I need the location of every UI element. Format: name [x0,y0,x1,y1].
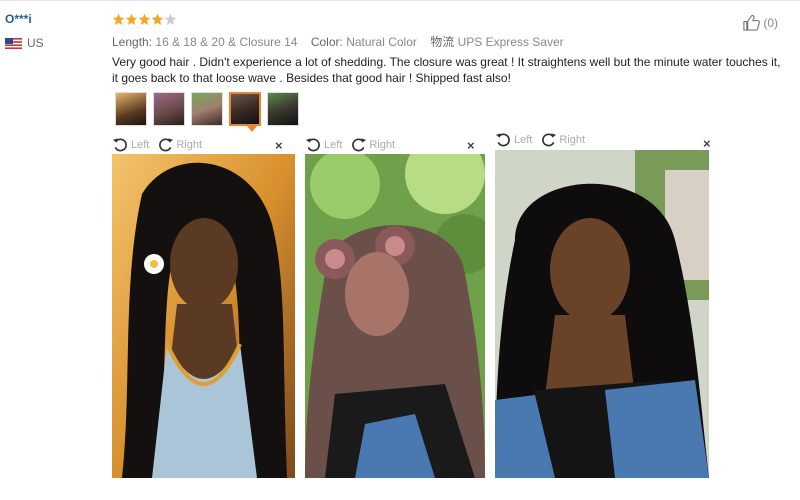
star-filled-icon [151,13,164,26]
viewer-toolbar: Left Right [495,132,710,148]
review-photo-2-image [305,154,485,478]
color-value: Natural Color [346,35,417,49]
rotate-right-icon [159,137,174,151]
us-flag-icon [5,37,22,49]
reviewer-country: US [5,36,44,50]
helpful-button[interactable]: (0) [742,13,778,32]
photo-thumbnails [115,92,305,126]
viewer-toolbar: Left Right [305,136,485,154]
star-filled-icon [138,13,151,26]
rotate-right-button[interactable]: Right [157,137,202,154]
photo-viewer-1: Left Right × [112,136,295,478]
review-photo-1-image [112,154,295,478]
close-viewer-button[interactable]: × [275,138,283,153]
color-label: Color: [310,35,343,49]
country-code: US [27,36,44,50]
photo-thumbnail-selected[interactable] [229,92,261,126]
rotate-right-label: Right [369,139,396,151]
thumbs-up-icon [743,14,761,31]
photo-viewer-2: Left Right × [305,136,485,478]
rotate-left-button[interactable]: Left [112,137,149,154]
rotate-right-label: Right [176,139,203,151]
review-photo-3-image [495,150,709,478]
review-text: Very good hair . Didn't experience a lot… [112,55,781,85]
selected-thumbnail-caret [247,126,257,132]
rotate-right-label: Right [559,134,586,146]
rotate-right-icon [352,137,367,151]
viewer-toolbar: Left Right [112,136,295,154]
rotate-left-button[interactable]: Left [495,132,532,149]
review-photo-3[interactable] [495,150,709,478]
rotate-left-label: Left [324,139,343,151]
rotate-right-button[interactable]: Right [350,137,395,154]
rotate-left-icon [495,132,510,146]
shipping-label: 物流 [430,35,455,49]
star-rating [112,13,177,26]
star-empty-icon [164,13,177,26]
length-label: Length: [112,35,153,49]
rotate-left-label: Left [131,139,150,151]
close-viewer-button[interactable]: × [467,138,475,153]
shipping-value: UPS Express Saver [457,35,564,49]
top-divider [0,0,800,1]
rotate-left-button[interactable]: Left [305,137,342,154]
star-filled-icon [125,13,138,26]
photo-thumbnail[interactable] [267,92,299,126]
length-value: 16 & 18 & 20 & Closure 14 [155,35,298,49]
helpful-count: (0) [763,15,778,30]
purchase-attributes: Length: 16 & 18 & 20 & Closure 14 Color:… [112,33,574,50]
review-photo-2[interactable] [305,154,485,478]
photo-thumbnail[interactable] [153,92,185,126]
reviewer-name[interactable]: O***i [5,12,32,26]
rotate-left-icon [305,137,320,151]
photo-viewer-3: Left Right × [495,132,711,478]
star-filled-icon [112,13,125,26]
rotate-right-icon [542,132,557,146]
review-photo-1[interactable] [112,154,295,478]
photo-thumbnail[interactable] [191,92,223,126]
photo-thumbnail[interactable] [115,92,147,126]
rotate-left-label: Left [514,134,533,146]
close-viewer-button[interactable]: × [703,136,711,151]
rotate-left-icon [112,137,127,151]
rotate-right-button[interactable]: Right [540,132,585,149]
